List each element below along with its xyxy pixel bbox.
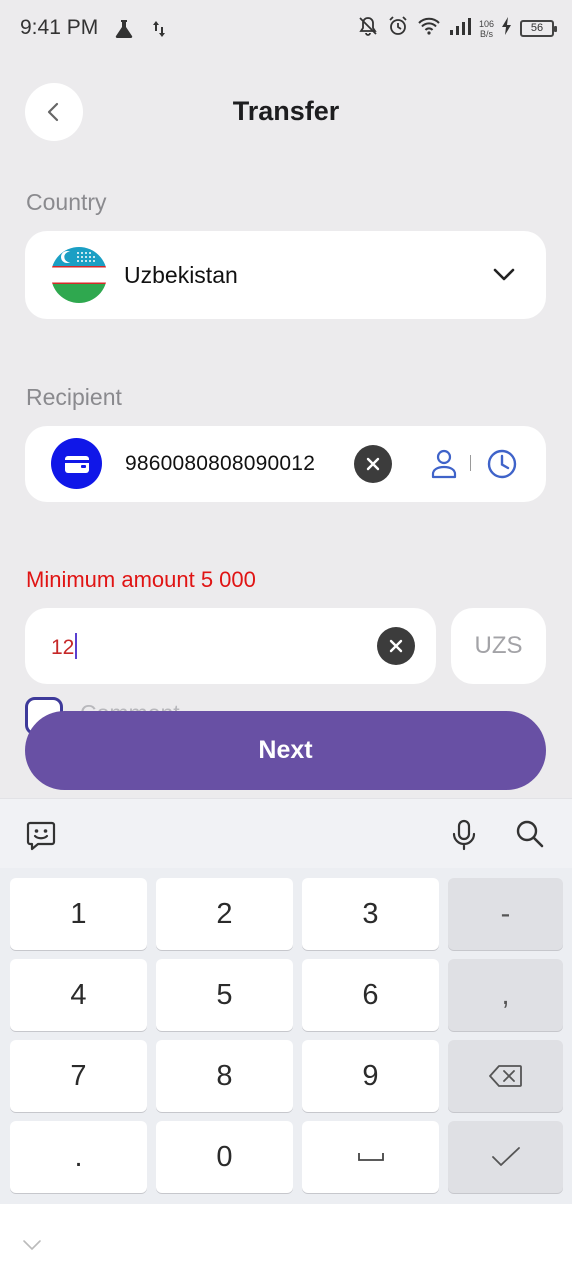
charging-icon: [502, 17, 512, 40]
network-speed: 106 B/s: [479, 19, 494, 39]
recipient-number-input[interactable]: 9860080808090012: [125, 452, 315, 476]
checkmark-icon: [491, 1147, 520, 1166]
key-backspace[interactable]: [448, 1040, 563, 1112]
status-bar: 9:41 PM 106 B/s 56: [0, 0, 572, 58]
key-5[interactable]: 5: [156, 959, 293, 1031]
search-icon[interactable]: [515, 819, 545, 854]
backspace-icon: [488, 1065, 522, 1087]
key-done[interactable]: [448, 1121, 563, 1193]
navigation-bar: [0, 1204, 572, 1280]
signal-icon: [449, 17, 471, 40]
recipient-label: Recipient: [26, 384, 122, 410]
keyboard-toolbar: [0, 798, 572, 868]
amount-input[interactable]: 12: [51, 633, 78, 660]
key-6[interactable]: 6: [302, 959, 439, 1031]
chevron-down-icon: [492, 263, 516, 292]
space-icon: [357, 1153, 384, 1161]
recipient-field[interactable]: 9860080808090012: [25, 426, 546, 502]
icon-divider: [470, 455, 471, 471]
numeric-keyboard: 1 2 3 - 4 5 6 , 7 8 9 . 0: [0, 868, 572, 1204]
key-4[interactable]: 4: [10, 959, 147, 1031]
close-icon: [366, 457, 380, 471]
currency-selector[interactable]: UZS: [451, 608, 546, 684]
network-speed-value: 106: [478, 18, 494, 29]
key-3[interactable]: 3: [302, 878, 439, 950]
battery-indicator: 56: [520, 20, 557, 37]
next-button[interactable]: Next: [25, 711, 546, 790]
key-7[interactable]: 7: [10, 1040, 147, 1112]
selected-country: Uzbekistan: [124, 262, 238, 288]
wallet-icon: [51, 438, 102, 489]
key-space[interactable]: [302, 1121, 439, 1193]
hide-keyboard-chevron-icon[interactable]: [22, 1238, 42, 1256]
clear-amount-button[interactable]: [377, 627, 415, 665]
amount-error-message: Minimum amount 5 000: [26, 567, 256, 592]
close-icon: [389, 639, 403, 653]
emoji-icon[interactable]: [25, 819, 57, 856]
currency-code: UZS: [474, 632, 523, 659]
mute-notifications-icon: [357, 15, 379, 42]
contacts-icon[interactable]: [430, 448, 458, 485]
key-dot[interactable]: .: [10, 1121, 147, 1193]
flask-icon: [113, 18, 135, 45]
key-2[interactable]: 2: [156, 878, 293, 950]
amount-value: 12: [51, 636, 75, 659]
key-dash[interactable]: -: [448, 878, 563, 950]
alarm-icon: [387, 15, 409, 42]
amount-field[interactable]: 12: [25, 608, 436, 684]
text-caret: [75, 633, 78, 659]
microphone-icon[interactable]: [450, 819, 478, 856]
clear-recipient-button[interactable]: [354, 445, 392, 483]
key-1[interactable]: 1: [10, 878, 147, 950]
network-speed-unit: B/s: [479, 28, 493, 39]
sync-icon: [150, 18, 168, 45]
key-0[interactable]: 0: [156, 1121, 293, 1193]
country-selector[interactable]: Uzbekistan: [25, 231, 546, 319]
country-label: Country: [26, 189, 107, 215]
page-title: Transfer: [232, 96, 340, 126]
uzbekistan-flag-icon: [51, 247, 107, 303]
key-8[interactable]: 8: [156, 1040, 293, 1112]
status-time: 9:41 PM: [20, 16, 99, 39]
history-clock-icon[interactable]: [486, 448, 518, 485]
key-9[interactable]: 9: [302, 1040, 439, 1112]
wifi-icon: [417, 16, 441, 41]
key-comma[interactable]: ,: [448, 959, 563, 1031]
